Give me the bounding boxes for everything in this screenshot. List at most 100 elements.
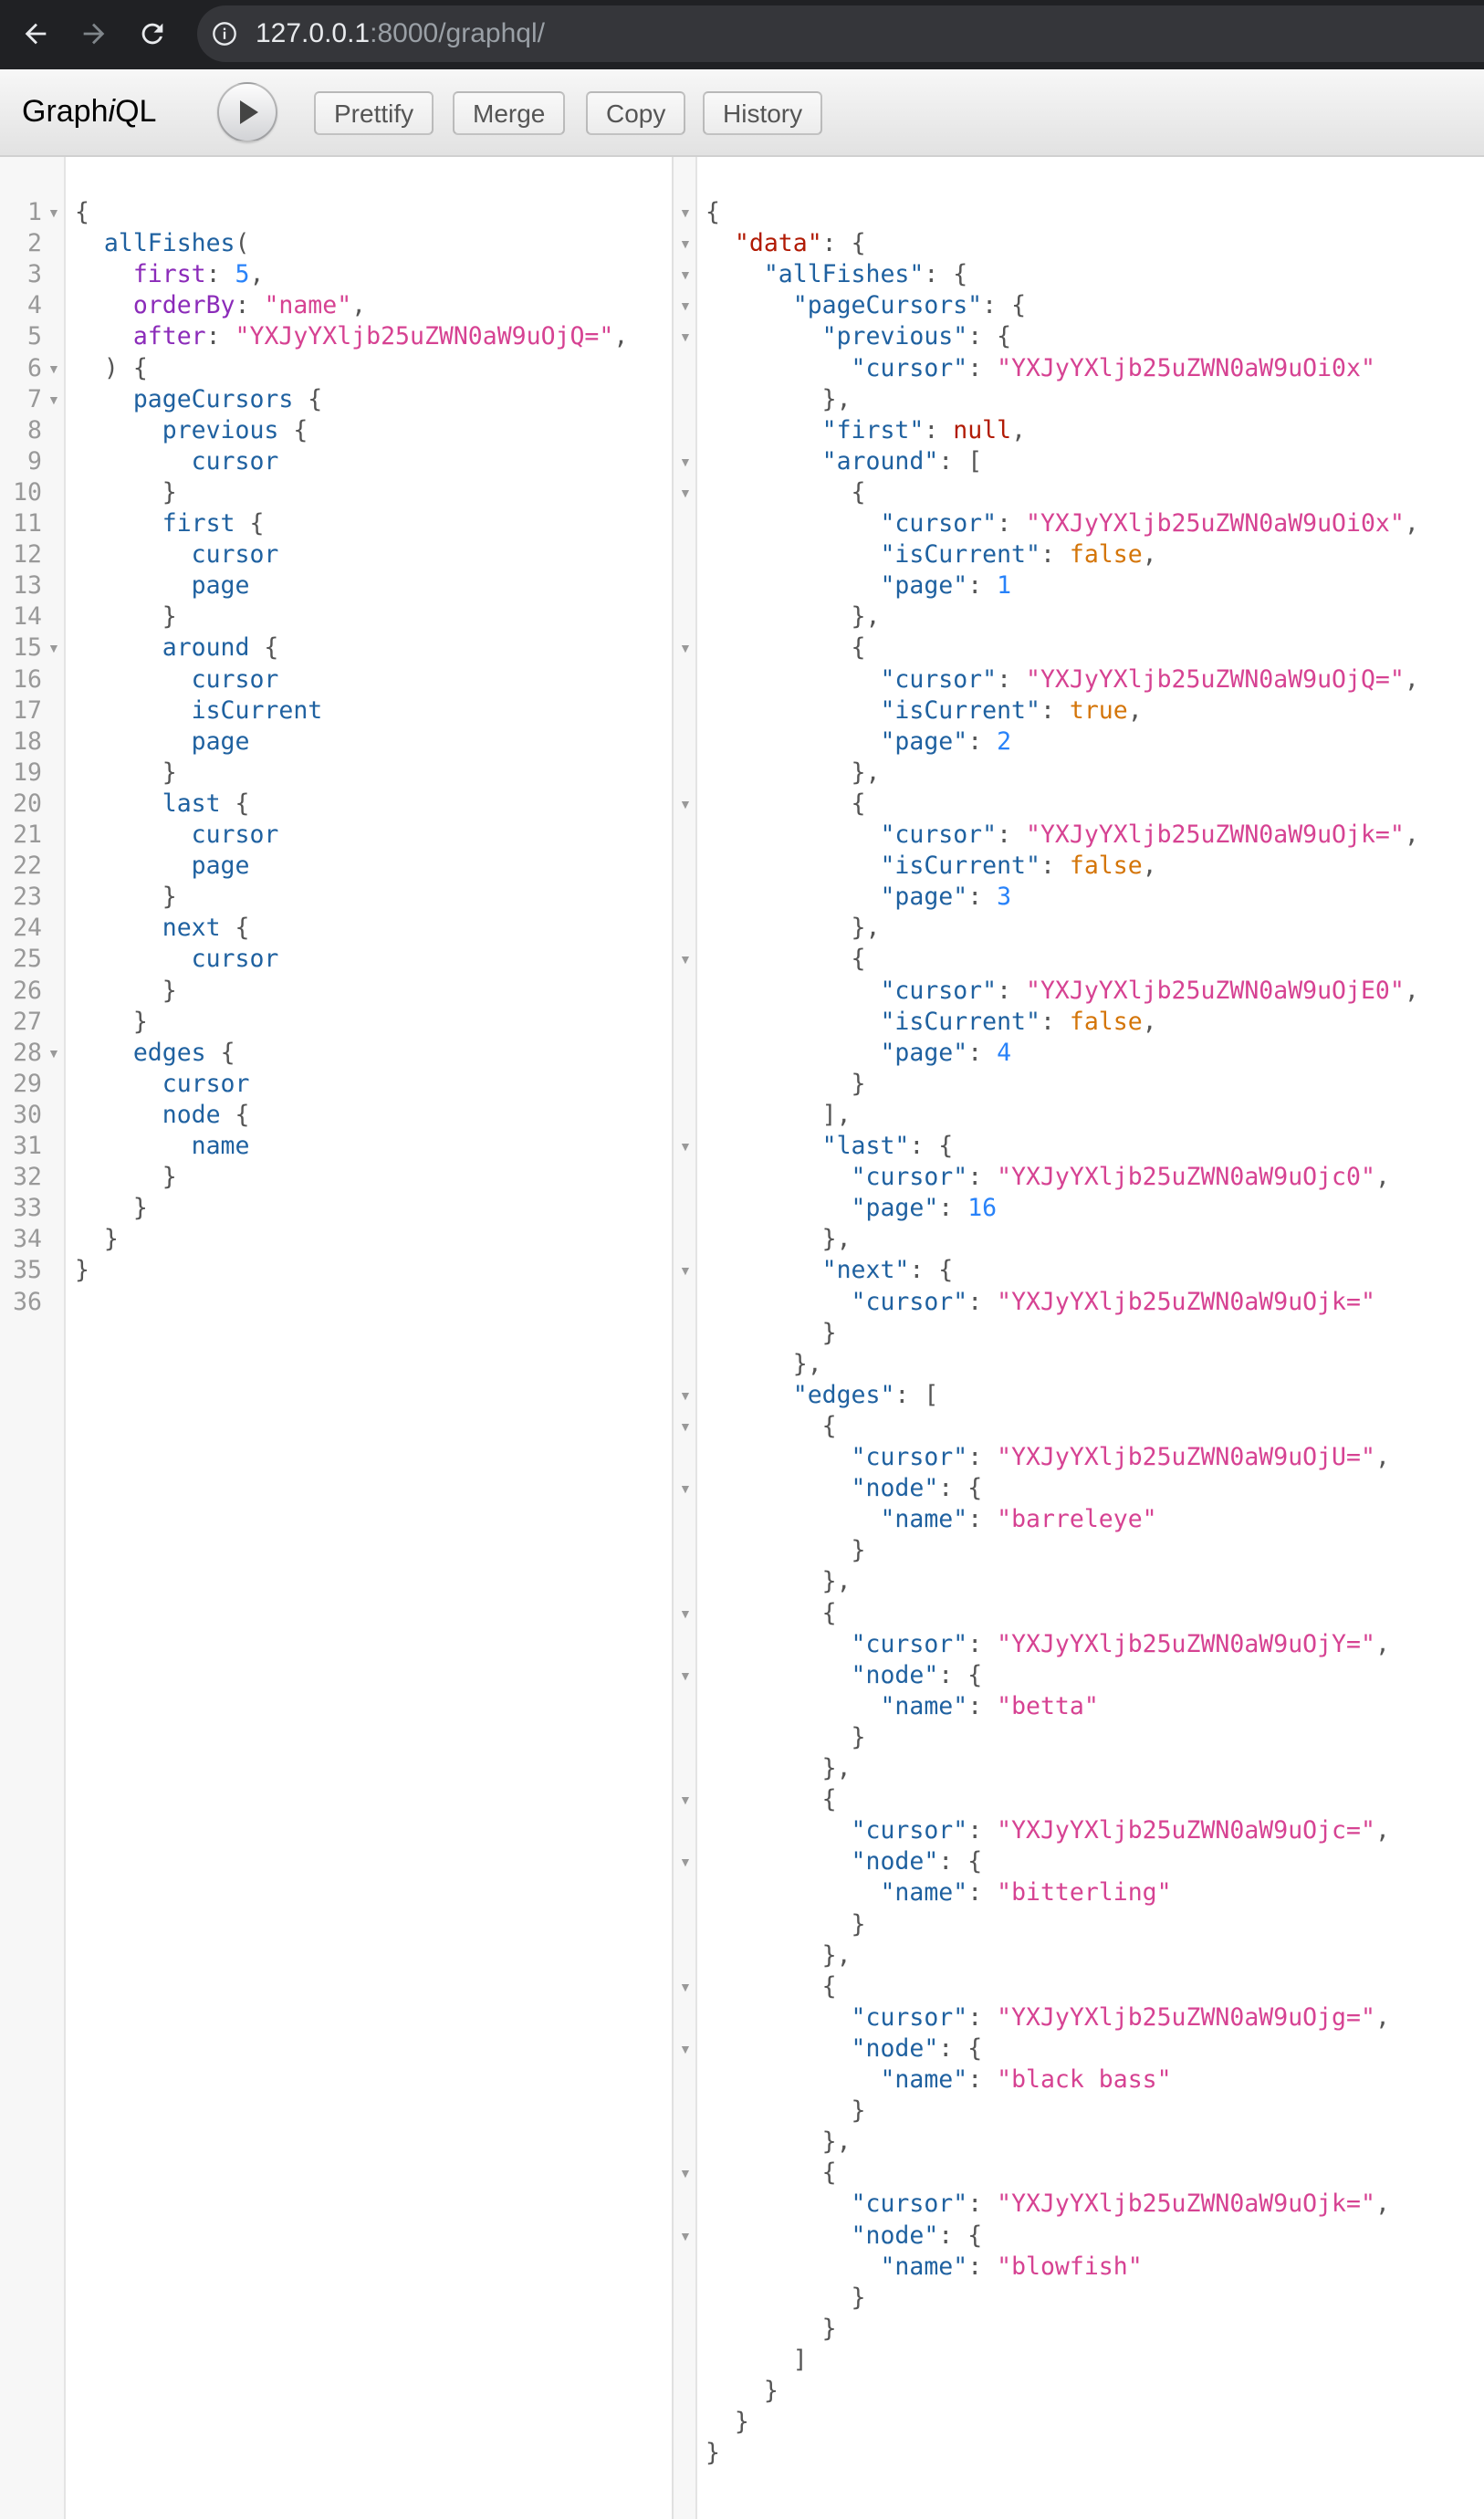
prettify-button[interactable]: Prettify [314,91,434,135]
code-token: : [997,509,1027,538]
copy-button[interactable]: Copy [586,91,686,135]
fold-toggle-icon[interactable]: ▼ [47,1038,60,1069]
fold-toggle-icon[interactable]: ▼ [679,2221,692,2252]
code-token: { [821,1785,837,1814]
code-line: "cursor": "YXJyYXljb25uZWN0aW9uOjk=", [705,2189,1390,2220]
code-token: "isCurrent" [880,852,1040,881]
code-line: pageCursors { [75,384,322,415]
code-line: } [75,601,177,632]
code-token: page [191,852,250,881]
code-token: "YXJyYXljb25uZWN0aW9uOi0x" [997,353,1375,382]
code-token: : [235,291,265,320]
history-button[interactable]: History [703,91,823,135]
code-token: : [967,1443,998,1471]
fold-toggle-icon[interactable]: ▼ [679,1131,692,1162]
code-token: "data" [734,229,822,258]
fold-toggle-icon[interactable]: ▼ [679,1784,692,1815]
code-token: : [967,726,998,756]
address-bar[interactable]: 127.0.0.1:8000/graphql/ [197,5,1484,62]
fold-toggle-icon[interactable]: ▼ [679,197,692,228]
code-token: "YXJyYXljb25uZWN0aW9uOjk=" [997,2190,1375,2219]
code-token: } [132,1007,148,1036]
fold-toggle-icon[interactable]: ▼ [679,446,692,477]
code-line: "name": "barreleye" [705,1504,1156,1535]
fold-toggle-icon[interactable]: ▼ [679,1473,692,1504]
back-button[interactable] [15,13,57,55]
code-line: "isCurrent": true, [705,695,1142,726]
code-token: "name" [880,1691,968,1720]
code-token: orderBy [132,291,235,320]
fold-toggle-icon[interactable]: ▼ [679,944,692,975]
query-editor[interactable]: 1 ▼{2 allFishes(3 first: 5, 4 orderBy: "na… [0,157,672,2519]
code-token: }, [821,1567,852,1596]
code-token: , [1374,1816,1390,1845]
code-token: } [132,1194,148,1223]
fold-toggle-icon[interactable]: ▼ [679,2158,692,2189]
execute-query-button[interactable] [217,82,277,142]
code-token: } [162,883,177,912]
fold-toggle-icon[interactable]: ▼ [679,1255,692,1286]
line-number: 6 [27,353,42,382]
info-icon[interactable] [212,21,237,47]
line-number: 22 [13,852,42,881]
fold-toggle-icon[interactable]: ▼ [47,632,60,664]
code-token: } [851,1722,866,1751]
fold-toggle-icon[interactable]: ▼ [679,259,692,290]
code-line: { [705,477,866,508]
graphiql-logo: GraphiQL [22,94,157,129]
fold-toggle-icon[interactable]: ▼ [679,1380,692,1411]
code-line: "cursor": "YXJyYXljb25uZWN0aW9uOjc=", [705,1815,1390,1846]
code-token: , [1404,509,1419,538]
fold-toggle-icon[interactable]: ▼ [47,353,60,384]
fold-toggle-icon[interactable]: ▼ [679,1846,692,1877]
fold-toggle-icon[interactable]: ▼ [679,1411,692,1442]
merge-button[interactable]: Merge [453,91,566,135]
code-line: "cursor": "YXJyYXljb25uZWN0aW9uOjg=", [705,2002,1390,2033]
fold-toggle-icon[interactable]: ▼ [679,321,692,352]
code-token: , [1374,1629,1390,1658]
fold-toggle-icon[interactable]: ▼ [47,384,60,415]
code-token: : [997,821,1027,849]
code-token: true [1069,695,1128,725]
code-line: next { [75,913,250,944]
code-line: "isCurrent": false, [705,851,1156,882]
fold-toggle-icon[interactable]: ▼ [679,1598,692,1629]
code-token: 16 [967,1194,998,1223]
forward-button[interactable] [73,13,115,55]
code-token: cursor [191,821,279,849]
code-line: }, [705,2127,852,2158]
fold-toggle-icon[interactable]: ▼ [679,632,692,664]
code-line: "node": { [705,1660,983,1691]
fold-toggle-icon[interactable]: ▼ [47,197,60,228]
code-token: "cursor" [851,1816,968,1845]
code-line: "isCurrent": false, [705,539,1156,570]
line-number: 26 [13,976,42,1005]
code-token: 4 [997,1038,1012,1067]
code-line: { [705,944,866,975]
code-line: "data": { [705,228,866,259]
code-token: "YXJyYXljb25uZWN0aW9uOjk=" [1026,821,1405,849]
code-token: "YXJyYXljb25uZWN0aW9uOjk=" [997,1287,1375,1316]
fold-toggle-icon[interactable]: ▼ [679,789,692,820]
code-token: "node" [851,1660,939,1689]
reload-button[interactable] [131,13,173,55]
fold-toggle-icon[interactable]: ▼ [679,1660,692,1691]
fold-toggle-icon[interactable]: ▼ [679,290,692,321]
code-token: "cursor" [851,1287,968,1316]
code-line: "name": "bitterling" [705,1877,1171,1908]
fold-toggle-icon[interactable]: ▼ [679,2033,692,2064]
code-token: }, [821,1754,852,1782]
code-token: , [249,260,265,289]
fold-toggle-icon[interactable]: ▼ [679,228,692,259]
code-token: { [821,1971,837,2001]
browser-toolbar: 127.0.0.1:8000/graphql/ [0,0,1484,69]
code-token: "YXJyYXljb25uZWN0aW9uOjU=" [997,1443,1375,1471]
line-number: 30 [13,1100,42,1129]
code-line: "around": [ [705,446,983,477]
code-token: "cursor" [851,1629,968,1658]
line-number: 17 [13,695,42,725]
code-token: : { [938,1660,983,1689]
code-token: : [967,1629,998,1658]
fold-toggle-icon[interactable]: ▼ [679,477,692,508]
fold-toggle-icon[interactable]: ▼ [679,1971,692,2002]
